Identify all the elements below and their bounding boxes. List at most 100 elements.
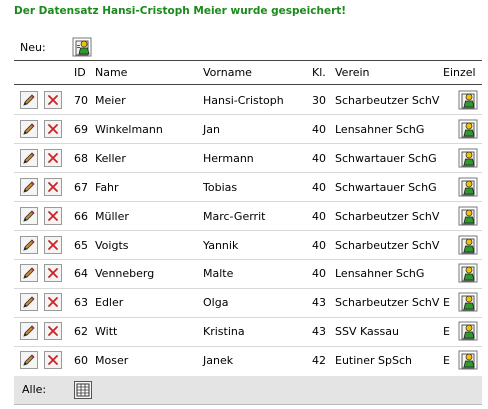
row-divider [14, 143, 482, 145]
pencil-icon [23, 354, 35, 366]
cell-verein: Scharbeutzer SchV [335, 94, 440, 107]
pencil-icon [23, 181, 35, 193]
new-record-button[interactable] [72, 37, 92, 57]
person-icon [458, 350, 478, 370]
cell-kl: 40 [312, 238, 326, 252]
person-icon [458, 235, 478, 254]
column-header-kl[interactable]: Kl. [312, 66, 326, 80]
delete-x-icon [48, 268, 58, 279]
delete-x-icon [48, 326, 58, 337]
cell-vorname: Tobias [203, 180, 238, 194]
person-icon [458, 292, 478, 312]
column-header-id[interactable]: ID [74, 66, 86, 80]
cell-kl: 43 [312, 296, 326, 310]
cell-id: 70 [74, 94, 88, 107]
person-icon [458, 119, 478, 139]
cell-name: Moser [95, 354, 129, 368]
pencil-icon [23, 152, 35, 164]
delete-button[interactable] [44, 322, 62, 341]
cell-name: Meier [95, 94, 126, 107]
column-header-vorname[interactable]: Vorname [203, 66, 252, 80]
column-header-einzel[interactable]: Einzel [443, 66, 476, 80]
edit-button[interactable] [20, 293, 38, 312]
single-result-button[interactable] [458, 206, 478, 226]
edit-button[interactable] [20, 91, 38, 109]
cell-name: Winkelmann [95, 122, 163, 136]
cell-vorname: Hansi-Cristoph [203, 94, 284, 107]
column-header-name[interactable]: Name [95, 66, 127, 80]
delete-button[interactable] [44, 148, 62, 167]
table-header-border [14, 84, 482, 85]
cell-id: 66 [74, 209, 88, 223]
row-divider [14, 172, 482, 174]
cell-kl: 30 [312, 94, 326, 107]
cell-verein: Lensahner SchG [335, 267, 425, 281]
cell-vorname: Janek [203, 354, 234, 368]
cell-name: Edler [95, 296, 124, 310]
cell-kl: 40 [312, 180, 326, 194]
single-result-button[interactable] [458, 321, 478, 341]
cell-vorname: Malte [203, 267, 234, 281]
delete-button[interactable] [44, 264, 62, 283]
delete-button[interactable] [44, 235, 62, 254]
grid-table-icon [74, 381, 92, 399]
delete-button[interactable] [44, 91, 62, 109]
single-result-button[interactable] [458, 235, 478, 255]
cell-vorname: Jan [203, 122, 220, 136]
edit-button[interactable] [20, 264, 38, 283]
delete-x-icon [48, 95, 58, 105]
cell-verein: Schwartauer SchG [335, 180, 437, 194]
cell-einzel: E [443, 296, 450, 310]
cell-id: 62 [74, 325, 88, 339]
edit-button[interactable] [20, 119, 38, 138]
delete-x-icon [48, 123, 58, 134]
cell-name: Müller [95, 209, 129, 223]
pencil-icon [23, 210, 35, 222]
cell-kl: 40 [312, 209, 326, 223]
cell-id: 63 [74, 296, 88, 310]
delete-x-icon [48, 210, 58, 221]
single-result-button[interactable] [458, 263, 478, 283]
person-icon [458, 148, 478, 168]
column-header-verein[interactable]: Verein [335, 66, 370, 80]
edit-button[interactable] [20, 322, 38, 341]
delete-x-icon [48, 297, 58, 308]
single-result-button[interactable] [458, 148, 478, 168]
single-result-button[interactable] [458, 119, 478, 139]
delete-button[interactable] [44, 119, 62, 138]
cell-name: Venneberg [95, 267, 155, 281]
edit-button[interactable] [20, 206, 38, 225]
cell-verein: Scharbeutzer SchV [335, 238, 440, 252]
single-result-button[interactable] [458, 90, 478, 110]
edit-button[interactable] [20, 235, 38, 254]
single-result-button[interactable] [458, 292, 478, 312]
delete-button[interactable] [44, 293, 62, 312]
person-icon [458, 206, 478, 226]
cell-verein: Scharbeutzer SchV [335, 209, 440, 223]
new-record-row: Neu: [20, 37, 92, 57]
person-icon [458, 90, 478, 110]
cell-name: Witt [95, 325, 118, 339]
delete-button[interactable] [44, 351, 62, 370]
cell-verein: SSV Kassau [335, 325, 399, 339]
delete-button[interactable] [44, 206, 62, 225]
all-label: Alle: [22, 383, 47, 396]
edit-button[interactable] [20, 351, 38, 370]
delete-x-icon [48, 239, 58, 250]
cell-verein: Schwartauer SchG [335, 151, 437, 165]
pencil-icon [23, 296, 35, 308]
edit-button[interactable] [20, 177, 38, 196]
row-divider [14, 345, 482, 347]
all-records-button[interactable] [74, 381, 92, 399]
cell-vorname: Kristina [203, 325, 245, 339]
delete-x-icon [48, 152, 58, 163]
single-result-button[interactable] [458, 177, 478, 197]
delete-button[interactable] [44, 177, 62, 196]
edit-button[interactable] [20, 148, 38, 167]
row-divider [14, 287, 482, 289]
pencil-icon [23, 325, 35, 337]
cell-einzel: E [443, 354, 450, 368]
cell-einzel: E [443, 325, 450, 339]
pencil-icon [23, 94, 35, 106]
single-result-button[interactable] [458, 350, 478, 370]
